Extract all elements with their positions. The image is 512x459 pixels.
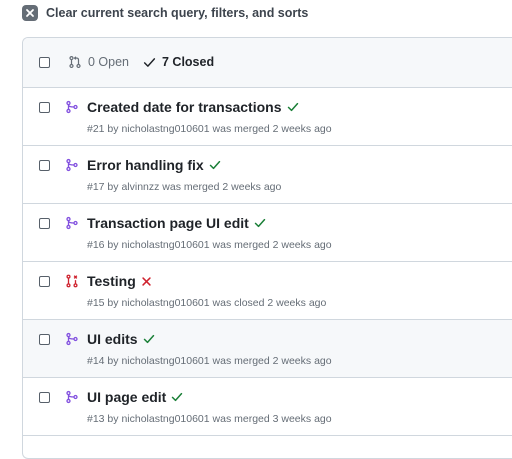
pull-request-icon <box>69 55 81 69</box>
merged-pr-icon <box>65 390 79 404</box>
open-filter-tab[interactable]: 0 Open <box>68 55 129 69</box>
pull-request-meta: #16 by nicholastng010601 was merged 2 we… <box>87 239 332 251</box>
merged-pr-icon <box>65 158 79 172</box>
pull-request-list: 0 Open 7 Closed Created date for transac… <box>22 37 512 459</box>
row-checkbox[interactable] <box>39 160 50 171</box>
pull-request-row: UI page edit #13 by nicholastng010601 wa… <box>23 378 512 436</box>
closed-count-label: 7 Closed <box>162 55 215 69</box>
list-header: 0 Open 7 Closed <box>23 38 512 88</box>
clear-filters-button[interactable]: Clear current search query, filters, and… <box>22 4 308 22</box>
check-icon[interactable] <box>209 159 221 171</box>
merged-pr-icon <box>65 332 79 346</box>
pull-request-title[interactable]: UI edits <box>87 331 138 347</box>
row-checkbox[interactable] <box>39 276 50 287</box>
row-checkbox[interactable] <box>39 334 50 345</box>
pull-request-meta: #14 by nicholastng010601 was merged 2 we… <box>87 355 332 367</box>
check-icon[interactable] <box>254 217 266 229</box>
check-icon[interactable] <box>143 333 155 345</box>
pull-request-title[interactable]: Error handling fix <box>87 157 204 173</box>
closed-filter-tab[interactable]: 7 Closed <box>143 55 214 69</box>
pull-request-meta: #13 by nicholastng010601 was merged 3 we… <box>87 413 332 425</box>
pull-request-row: Created date for transactions #21 by nic… <box>23 88 512 146</box>
pull-request-row: Error handling fix #17 by alvinnzz was m… <box>23 146 512 204</box>
pull-request-title[interactable]: Transaction page UI edit <box>87 215 249 231</box>
open-count-label: 0 Open <box>88 55 130 69</box>
pull-request-title[interactable]: Testing <box>87 273 136 289</box>
pull-request-title[interactable]: Created date for transactions <box>87 99 282 115</box>
pull-request-meta: #17 by alvinnzz was merged 2 weeks ago <box>87 181 282 193</box>
pull-request-title[interactable]: UI page edit <box>87 389 166 405</box>
pull-request-row: Testing #15 by nicholastng010601 was clo… <box>23 262 512 320</box>
row-checkbox[interactable] <box>39 392 50 403</box>
select-all-checkbox[interactable] <box>39 57 50 68</box>
clear-filters-label: Clear current search query, filters, and… <box>46 6 309 20</box>
merged-pr-icon <box>65 100 79 114</box>
pull-request-row: Transaction page UI edit #16 by nicholas… <box>23 204 512 262</box>
close-icon <box>22 5 38 21</box>
check-icon[interactable] <box>287 101 299 113</box>
check-icon <box>143 57 156 67</box>
pull-request-row: UI edits #14 by nicholastng010601 was me… <box>23 320 512 378</box>
pull-request-meta: #21 by nicholastng010601 was merged 2 we… <box>87 123 332 135</box>
check-icon[interactable] <box>171 391 183 403</box>
closed-pr-icon <box>65 274 79 288</box>
x-icon[interactable] <box>141 276 152 287</box>
pull-request-meta: #15 by nicholastng010601 was closed 2 we… <box>87 297 327 309</box>
row-checkbox[interactable] <box>39 102 50 113</box>
row-checkbox[interactable] <box>39 218 50 229</box>
merged-pr-icon <box>65 216 79 230</box>
